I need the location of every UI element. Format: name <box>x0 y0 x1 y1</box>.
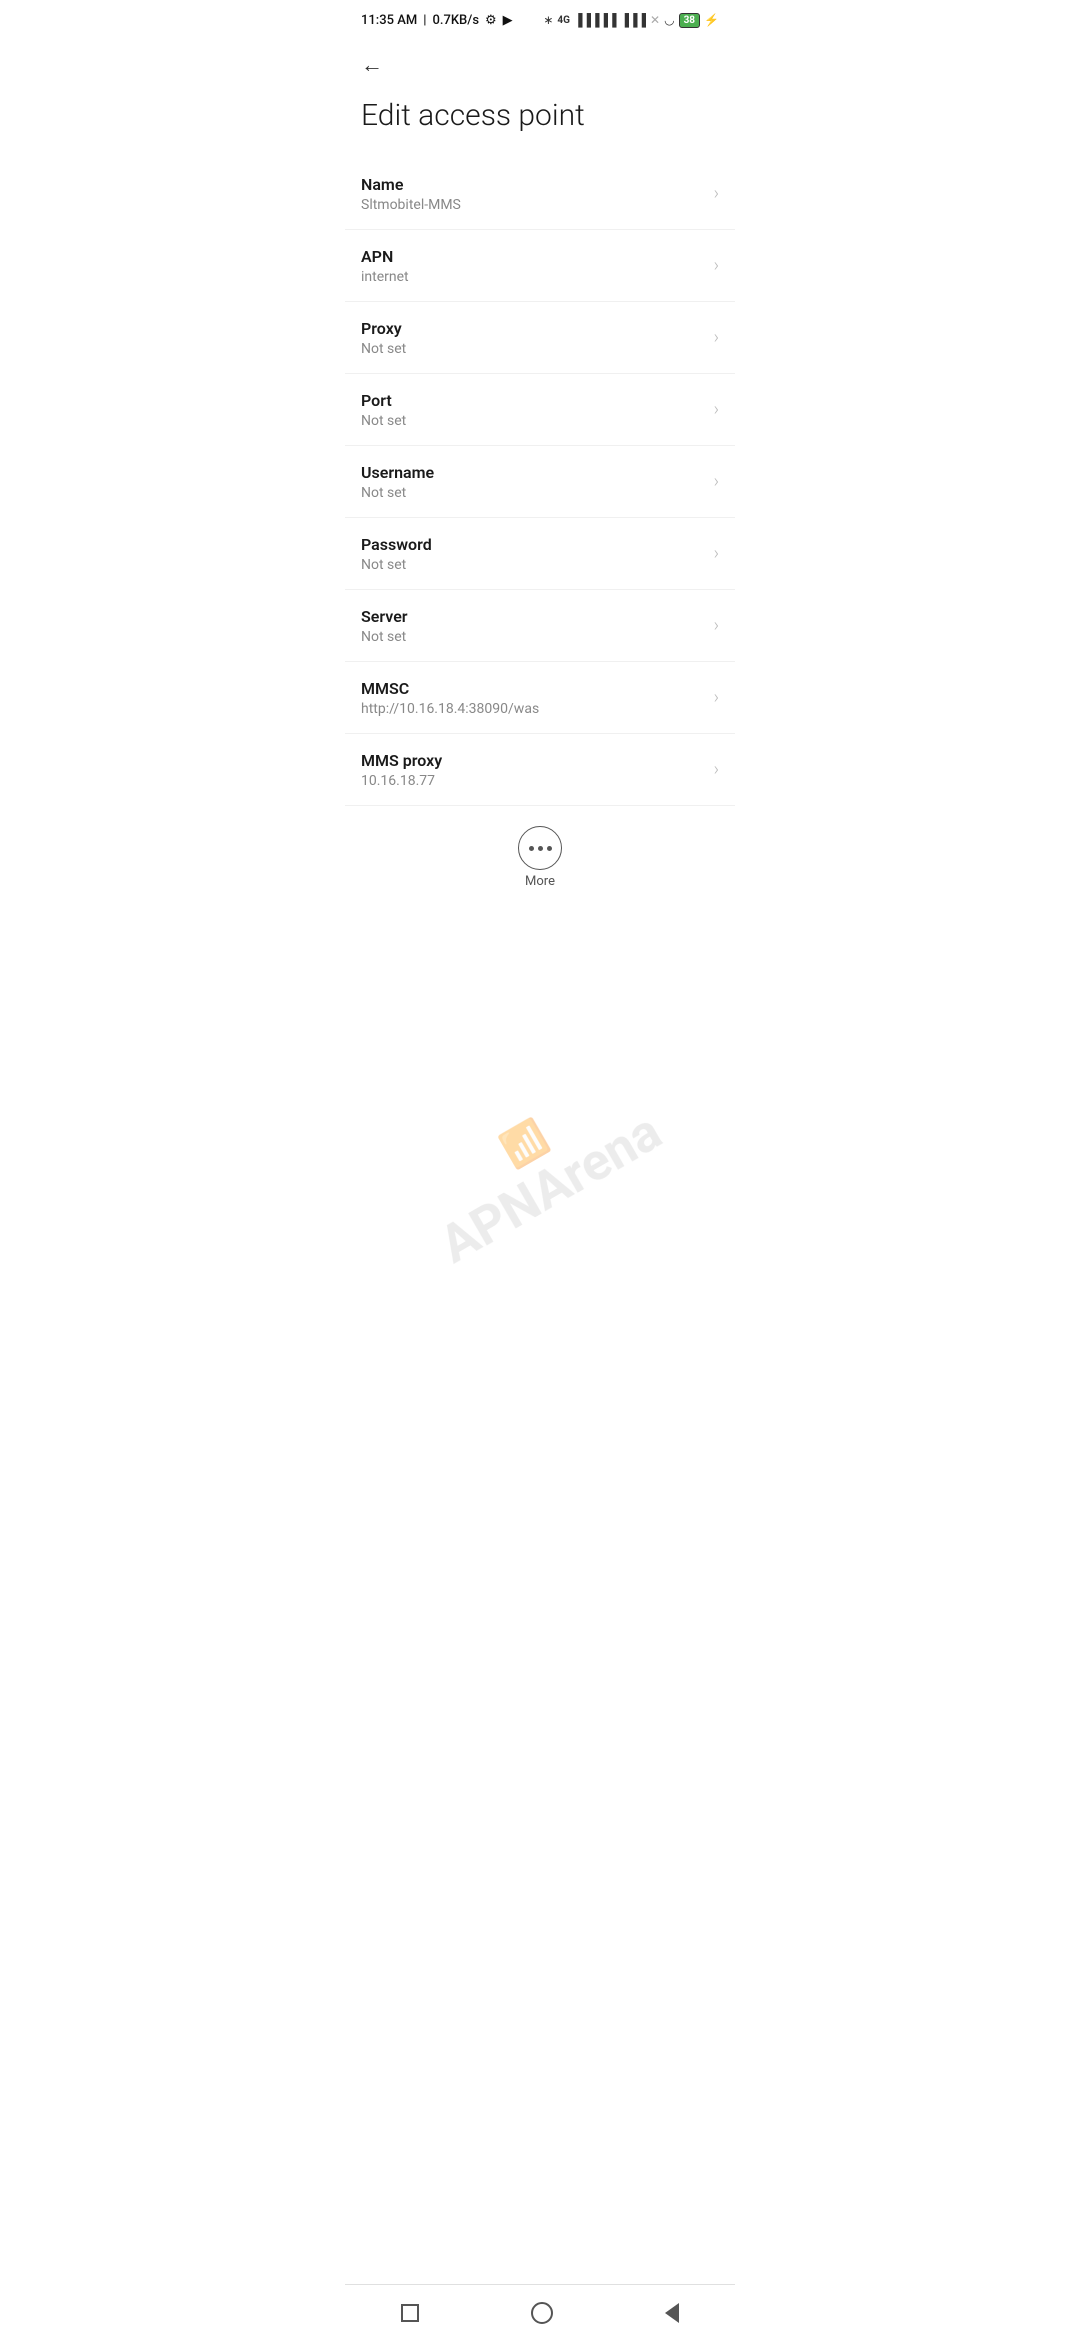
chevron-right-icon: › <box>714 687 719 708</box>
settings-item-label: Port <box>361 391 706 410</box>
more-circle-icon <box>518 826 562 870</box>
settings-item-server[interactable]: Server Not set › <box>345 590 735 662</box>
signal-bars-icon: ▐▐▐▐▐ <box>574 13 617 27</box>
watermark-wifi-icon: 📶 <box>495 1114 555 1173</box>
settings-item-content: Proxy Not set <box>361 319 706 357</box>
content-area: Name Sltmobitel-MMS › APN internet › Pro… <box>345 158 735 989</box>
chevron-right-icon: › <box>714 255 719 276</box>
nav-back-button[interactable] <box>665 2303 679 2323</box>
dot-2 <box>538 846 543 851</box>
chevron-right-icon: › <box>714 183 719 204</box>
settings-item-value: 10.16.18.77 <box>361 773 706 789</box>
charging-icon: ⚡ <box>704 13 719 27</box>
back-button[interactable]: ← <box>361 48 391 82</box>
status-left: 11:35 AM | 0.7KB/s ⚙ ▶ <box>361 13 513 28</box>
nav-bar <box>345 2284 735 2340</box>
settings-item-label: Name <box>361 175 706 194</box>
chevron-right-icon: › <box>714 327 719 348</box>
chevron-right-icon: › <box>714 471 719 492</box>
status-right: ∗ 4G ▐▐▐▐▐ ▐▐▐ ✕ ◡ 38 ⚡ <box>543 13 719 28</box>
settings-item-content: APN internet <box>361 247 706 285</box>
signal-4g-icon: 4G <box>557 15 570 26</box>
settings-icon: ⚙ <box>485 13 497 28</box>
nav-home-button[interactable] <box>531 2302 553 2324</box>
settings-item-value: Sltmobitel-MMS <box>361 197 706 213</box>
chevron-right-icon: › <box>714 615 719 636</box>
settings-item-label: Password <box>361 535 706 554</box>
back-arrow-icon: ← <box>361 52 383 78</box>
settings-item-label: Proxy <box>361 319 706 338</box>
settings-item-label: APN <box>361 247 706 266</box>
page-title: Edit access point <box>345 90 735 158</box>
settings-item-content: Name Sltmobitel-MMS <box>361 175 706 213</box>
settings-item-mms-proxy[interactable]: MMS proxy 10.16.18.77 › <box>345 734 735 806</box>
status-bar: 11:35 AM | 0.7KB/s ⚙ ▶ ∗ 4G ▐▐▐▐▐ ▐▐▐ ✕ … <box>345 0 735 36</box>
settings-item-apn[interactable]: APN internet › <box>345 230 735 302</box>
bluetooth-icon: ∗ <box>543 13 553 27</box>
settings-item-label: Username <box>361 463 706 482</box>
separator: | <box>423 13 426 28</box>
battery-indicator: 38 <box>679 13 700 28</box>
battery-level: 38 <box>684 15 695 26</box>
settings-item-content: Port Not set <box>361 391 706 429</box>
video-icon: ▶ <box>503 13 513 28</box>
nav-recents-button[interactable] <box>401 2304 419 2322</box>
settings-item-content: Server Not set <box>361 607 706 645</box>
settings-list: Name Sltmobitel-MMS › APN internet › Pro… <box>345 158 735 806</box>
settings-item-content: Password Not set <box>361 535 706 573</box>
header: ← <box>345 36 735 90</box>
signal-x-icon: ✕ <box>650 13 660 27</box>
dot-1 <box>529 846 534 851</box>
nav-square-icon <box>401 2304 419 2322</box>
settings-item-value: Not set <box>361 629 706 645</box>
settings-item-value: http://10.16.18.4:38090/was <box>361 701 706 717</box>
settings-item-value: Not set <box>361 557 706 573</box>
settings-item-content: Username Not set <box>361 463 706 501</box>
settings-item-content: MMS proxy 10.16.18.77 <box>361 751 706 789</box>
watermark: 📶 APNArena <box>409 1064 672 1275</box>
settings-item-content: MMSC http://10.16.18.4:38090/was <box>361 679 706 717</box>
watermark-text: APNArena <box>430 1101 672 1276</box>
settings-item-label: MMSC <box>361 679 706 698</box>
settings-item-value: Not set <box>361 485 706 501</box>
settings-item-mmsc[interactable]: MMSC http://10.16.18.4:38090/was › <box>345 662 735 734</box>
chevron-right-icon: › <box>714 759 719 780</box>
settings-item-value: Not set <box>361 413 706 429</box>
signal-bars2-icon: ▐▐▐ <box>621 13 647 27</box>
settings-item-port[interactable]: Port Not set › <box>345 374 735 446</box>
dot-3 <box>547 846 552 851</box>
settings-item-label: Server <box>361 607 706 626</box>
chevron-right-icon: › <box>714 543 719 564</box>
settings-item-value: internet <box>361 269 706 285</box>
chevron-right-icon: › <box>714 399 719 420</box>
settings-item-username[interactable]: Username Not set › <box>345 446 735 518</box>
speed: 0.7KB/s <box>432 13 479 28</box>
wifi-icon: ◡ <box>664 13 674 27</box>
settings-item-label: MMS proxy <box>361 751 706 770</box>
settings-item-value: Not set <box>361 341 706 357</box>
nav-back-icon <box>665 2303 679 2323</box>
settings-item-proxy[interactable]: Proxy Not set › <box>345 302 735 374</box>
settings-item-name[interactable]: Name Sltmobitel-MMS › <box>345 158 735 230</box>
more-button[interactable]: More <box>345 806 735 909</box>
settings-item-password[interactable]: Password Not set › <box>345 518 735 590</box>
time: 11:35 AM <box>361 13 417 28</box>
nav-circle-icon <box>531 2302 553 2324</box>
more-label: More <box>525 874 555 889</box>
